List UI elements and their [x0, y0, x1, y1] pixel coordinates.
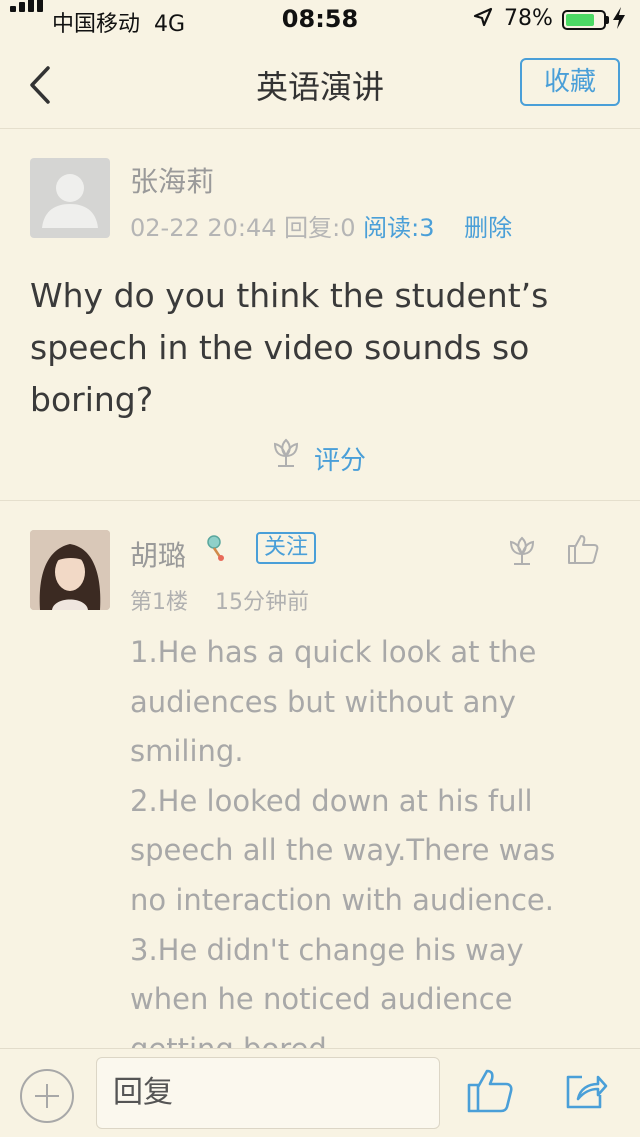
like-button[interactable] [466, 1065, 514, 1119]
reply-meta: 第1楼 15分钟前 [130, 584, 309, 616]
rate-button[interactable]: 评分 [270, 436, 366, 476]
post-date: 02-22 20:44 [130, 214, 277, 242]
share-button[interactable] [564, 1071, 608, 1115]
navigation-bar: 英语演讲 收藏 [0, 40, 640, 129]
reply-line: no interaction with audience. [130, 882, 554, 917]
reply-time: 15分钟前 [215, 590, 309, 615]
floor-label: 第1楼 [130, 590, 188, 615]
reply-author-avatar[interactable] [30, 530, 110, 610]
flower-icon [273, 438, 299, 467]
delete-link[interactable]: 删除 [464, 214, 512, 242]
share-icon [566, 1075, 608, 1109]
reply-line: 1.He has a quick look at the [130, 635, 537, 669]
reply-line: smiling. [130, 734, 244, 769]
battery-tip [606, 16, 609, 24]
reply-author-name[interactable]: 胡璐 [130, 534, 186, 574]
add-button[interactable] [20, 1069, 74, 1123]
reply-line: speech all the way.There was [130, 833, 556, 868]
charging-bolt-icon [612, 6, 626, 36]
favorite-button[interactable]: 收藏 [520, 58, 620, 106]
reply-line: when he noticed audience [130, 982, 513, 1017]
reply-line: 2.He looked down at his full [130, 783, 533, 818]
status-bar: 中国移动 4G 08:58 78% [0, 0, 640, 40]
reply-like-button[interactable] [566, 532, 600, 570]
section-divider [0, 500, 640, 501]
location-arrow-icon [472, 6, 494, 34]
reply-input[interactable]: 回复 [96, 1057, 440, 1129]
reply-line: 3.He didn't change his way [130, 932, 524, 967]
battery-fill [566, 14, 594, 26]
flower-icon [509, 536, 535, 565]
bottom-toolbar: 回复 [0, 1048, 640, 1137]
rate-label: 评分 [314, 446, 367, 476]
thumbs-up-icon [568, 535, 599, 564]
battery-icon [562, 10, 606, 30]
plus-icon [35, 1084, 59, 1108]
reply-content: 1.He has a quick look at the audiences b… [130, 628, 610, 1074]
reply-count: 回复:0 [284, 214, 356, 242]
post-question: Why do you think the student’s speech in… [30, 276, 549, 419]
post-author-avatar[interactable] [30, 158, 110, 238]
default-user-icon [42, 174, 98, 228]
reply-flower-button[interactable] [506, 534, 538, 572]
post-author-name[interactable]: 张海莉 [130, 160, 214, 200]
medal-badge-icon [206, 534, 226, 566]
thumbs-up-icon [467, 1069, 513, 1113]
avatar-photo [30, 530, 110, 610]
battery-percent: 78% [504, 6, 553, 31]
post-meta: 02-22 20:44 回复:0 阅读:3 删除 [130, 208, 512, 243]
follow-button[interactable]: 关注 [256, 532, 316, 564]
reply-line: audiences but without any [130, 684, 516, 719]
read-count: 阅读:3 [363, 214, 435, 242]
